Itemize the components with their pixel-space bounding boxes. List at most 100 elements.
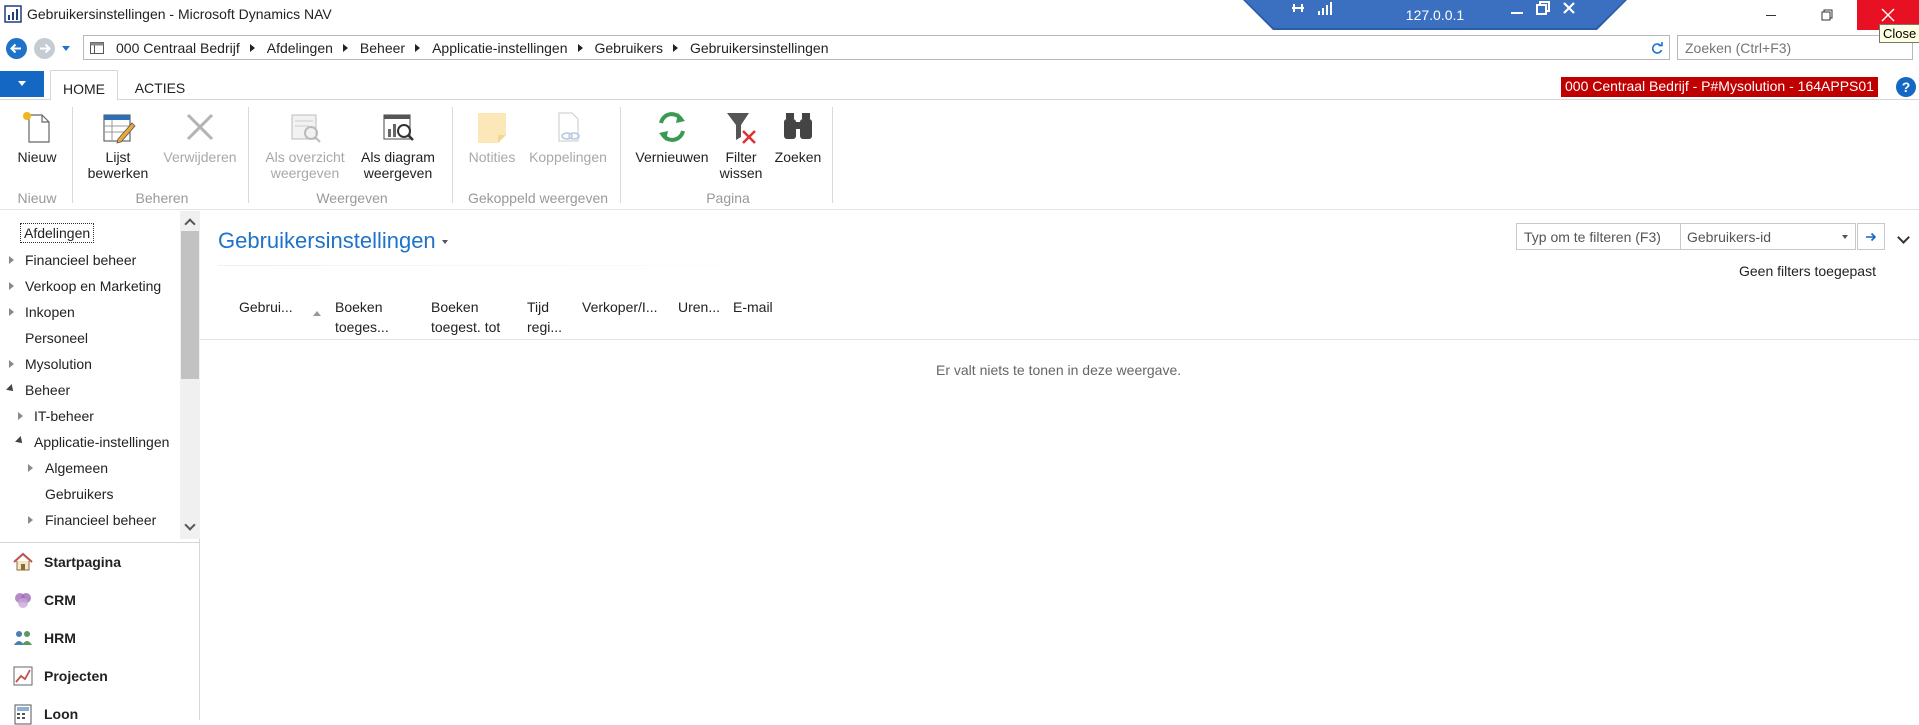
- global-search-input[interactable]: [1678, 36, 1912, 59]
- verwijderen-button[interactable]: Verwijderen: [158, 109, 242, 165]
- filter-field-select[interactable]: Gebruikers-id: [1687, 229, 1771, 245]
- collapse-icon[interactable]: [6, 384, 16, 394]
- nav-section-startpagina[interactable]: Startpagina: [12, 551, 121, 573]
- scroll-down-icon[interactable]: [184, 519, 196, 531]
- notes-icon: [478, 113, 506, 143]
- column-header-verkoper-inkoper[interactable]: Verkoper/I...: [582, 297, 657, 317]
- breadcrumb-separator-icon[interactable]: [342, 44, 348, 52]
- expand-icon[interactable]: [9, 256, 14, 264]
- lijst-bewerken-button[interactable]: Lijst bewerken: [84, 109, 152, 181]
- tree-item-financieel-beheer-sub[interactable]: Financieel beheer: [45, 512, 156, 528]
- tree-item-afdelingen[interactable]: Afdelingen: [20, 223, 95, 243]
- scrollbar-thumb[interactable]: [181, 231, 199, 379]
- rdp-minimize-icon[interactable]: [1509, 0, 1525, 16]
- breadcrumb-separator-icon[interactable]: [249, 44, 255, 52]
- group-separator: [452, 107, 453, 203]
- nieuw-button[interactable]: Nieuw: [10, 109, 64, 165]
- tree-item-mysolution[interactable]: Mysolution: [25, 356, 92, 372]
- als-overzicht-label-2: weergeven: [270, 165, 340, 181]
- expand-icon[interactable]: [9, 360, 14, 368]
- column-header-email[interactable]: E-mail: [733, 297, 773, 317]
- breadcrumb-gebruikersinstellingen[interactable]: Gebruikersinstellingen: [690, 40, 829, 56]
- breadcrumb-gebruikers[interactable]: Gebruikers: [595, 40, 663, 56]
- tree-item-algemeen[interactable]: Algemeen: [45, 460, 108, 476]
- tab-acties[interactable]: ACTIES: [124, 80, 196, 96]
- title-bar: Gebruikersinstellingen - Microsoft Dynam…: [0, 0, 1919, 30]
- tree-scrollbar[interactable]: [180, 211, 200, 539]
- filter-pane-toggle-icon[interactable]: [1897, 231, 1910, 244]
- koppelingen-button[interactable]: Koppelingen: [524, 109, 612, 165]
- expand-icon[interactable]: [9, 282, 14, 290]
- empty-list-message: Er valt niets te tonen in deze weergave.: [936, 362, 1182, 378]
- tree-item-verkoop-marketing[interactable]: Verkoop en Marketing: [25, 278, 161, 294]
- rdp-close-icon[interactable]: [1561, 0, 1577, 16]
- arrow-left-icon: [10, 43, 21, 54]
- scroll-up-icon[interactable]: [184, 218, 196, 230]
- title-dropdown-icon[interactable]: [442, 240, 448, 244]
- signal-strength-icon[interactable]: [1317, 0, 1333, 16]
- als-overzicht-weergeven-button[interactable]: Als overzicht weergeven: [260, 109, 350, 181]
- nav-section-hrm[interactable]: HRM: [12, 627, 76, 649]
- filter-field-dropdown-icon[interactable]: [1842, 235, 1848, 239]
- breadcrumb-bar[interactable]: 000 Centraal Bedrijf Afdelingen Beheer A…: [83, 35, 1670, 60]
- expand-icon[interactable]: [9, 308, 14, 316]
- nav-section-crm[interactable]: CRM: [12, 589, 76, 611]
- tree-item-applicatie-instellingen[interactable]: Applicatie-instellingen: [34, 434, 169, 450]
- breadcrumb-company[interactable]: 000 Centraal Bedrijf: [116, 40, 240, 56]
- breadcrumb-beheer[interactable]: Beheer: [360, 40, 405, 56]
- history-dropdown-icon[interactable]: [61, 45, 71, 53]
- nav-section-label: Projecten: [44, 668, 108, 684]
- sort-ascending-icon: [313, 311, 321, 316]
- column-header-gebruikers-id[interactable]: Gebrui...: [239, 297, 293, 317]
- tree-item-gebruikers[interactable]: Gebruikers: [45, 486, 113, 502]
- page-title[interactable]: Gebruikersinstellingen: [218, 228, 436, 254]
- close-tooltip: Close: [1879, 24, 1919, 43]
- column-header-boeken-toegestaan-tot[interactable]: Boeken toegest. tot: [431, 297, 500, 337]
- application-menu-button[interactable]: [0, 71, 44, 97]
- filter-input[interactable]: Typ om te filteren (F3): [1524, 229, 1661, 245]
- filter-wissen-button[interactable]: Filter wissen: [714, 109, 768, 181]
- breadcrumb-separator-icon[interactable]: [577, 44, 583, 52]
- vernieuwen-button[interactable]: Vernieuwen: [632, 109, 712, 165]
- global-search-box[interactable]: [1677, 35, 1913, 60]
- pin-icon[interactable]: [1290, 0, 1306, 16]
- als-diagram-weergeven-button[interactable]: Als diagram weergeven: [354, 109, 442, 181]
- breadcrumb-applicatie-instellingen[interactable]: Applicatie-instellingen: [432, 40, 567, 56]
- column-header-uren[interactable]: Uren...: [678, 297, 720, 317]
- tree-item-it-beheer[interactable]: IT-beheer: [34, 408, 94, 424]
- clear-filter-icon: [727, 113, 756, 144]
- breadcrumb-afdelingen[interactable]: Afdelingen: [267, 40, 333, 56]
- column-header-tijd-registreren[interactable]: Tijd regi...: [527, 297, 562, 337]
- notities-button[interactable]: Notities: [462, 109, 522, 165]
- group-separator: [832, 107, 833, 203]
- remote-connection-bar: 127.0.0.1: [1243, 0, 1627, 30]
- tree-item-beheer[interactable]: Beheer: [25, 382, 70, 398]
- rdp-restore-icon[interactable]: [1535, 0, 1551, 16]
- payroll-icon: [14, 704, 32, 725]
- restore-button[interactable]: [1804, 0, 1850, 30]
- expand-icon[interactable]: [28, 516, 33, 524]
- tab-home[interactable]: HOME: [50, 70, 118, 101]
- refresh-icon[interactable]: [1650, 41, 1664, 55]
- nav-divider: [0, 542, 200, 543]
- zoeken-button[interactable]: Zoeken: [770, 109, 826, 165]
- projects-icon: [13, 666, 33, 686]
- tree-item-financieel-beheer[interactable]: Financieel beheer: [25, 252, 136, 268]
- expand-icon[interactable]: [28, 464, 33, 472]
- nav-section-loon[interactable]: Loon: [12, 703, 78, 725]
- column-header-label: Boeken: [335, 299, 383, 315]
- nav-section-projecten[interactable]: Projecten: [12, 665, 108, 687]
- breadcrumb-separator-icon[interactable]: [672, 44, 678, 52]
- tree-item-inkopen[interactable]: Inkopen: [25, 304, 75, 320]
- minimize-button[interactable]: [1748, 0, 1794, 30]
- back-button[interactable]: [6, 38, 27, 59]
- binoculars-icon: [784, 113, 812, 139]
- collapse-icon[interactable]: [15, 436, 25, 446]
- expand-icon[interactable]: [18, 412, 23, 420]
- breadcrumb-separator-icon[interactable]: [415, 44, 421, 52]
- forward-button[interactable]: [34, 38, 55, 59]
- apply-filter-button[interactable]: [1857, 223, 1885, 250]
- tree-item-personeel[interactable]: Personeel: [25, 330, 88, 346]
- help-icon[interactable]: ?: [1896, 77, 1916, 97]
- column-header-boeken-toegestaan-vanaf[interactable]: Boeken toeges...: [335, 297, 389, 337]
